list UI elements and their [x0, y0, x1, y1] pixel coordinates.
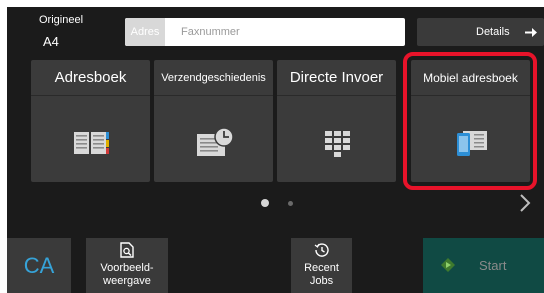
- keypad-icon: [325, 131, 350, 157]
- address-book-icon: [74, 132, 109, 154]
- recent-jobs-button[interactable]: Recent Jobs: [291, 238, 352, 293]
- send-history-icon: [197, 127, 234, 156]
- start-button[interactable]: Start: [423, 238, 544, 293]
- original-label: Origineel: [39, 14, 84, 26]
- fax-number-placeholder: Faxnummer: [181, 26, 240, 38]
- details-button[interactable]: Details: [417, 18, 544, 46]
- tile-label: Adresboek: [54, 69, 127, 86]
- original-size-value[interactable]: A4: [43, 34, 59, 49]
- tile-direct-entry[interactable]: Directe Invoer: [277, 60, 396, 182]
- start-label: Start: [479, 258, 507, 273]
- tile-address-book[interactable]: Adresboek: [31, 60, 150, 182]
- tile-label: Verzendgeschiedenis: [161, 71, 266, 84]
- start-icon: [441, 258, 455, 272]
- fax-number-field[interactable]: Adres Faxnummer: [125, 18, 405, 46]
- preview-button[interactable]: Voorbeeld- weergave: [86, 238, 168, 293]
- bottom-bar: CA Voorbeeld- weergave Recent Jobs Start: [7, 238, 544, 293]
- preview-icon: [120, 242, 134, 258]
- tile-label: Directe Invoer: [289, 69, 384, 86]
- tile-send-history[interactable]: Verzendgeschiedenis: [154, 60, 273, 182]
- chevron-right-icon[interactable]: [519, 193, 531, 213]
- arrow-right-icon: [525, 28, 537, 37]
- ca-button[interactable]: CA: [7, 238, 71, 293]
- tile-divider: [154, 95, 273, 96]
- history-icon: [314, 243, 329, 257]
- page-dot[interactable]: [288, 201, 293, 206]
- fax-screen: Origineel A4 Adres Faxnummer Details Adr…: [7, 7, 544, 293]
- highlight-frame: [403, 52, 537, 190]
- recent-jobs-label: Recent Jobs: [304, 262, 339, 287]
- address-tag: Adres: [125, 18, 165, 46]
- details-label: Details: [476, 26, 510, 38]
- page-dot-active[interactable]: [261, 199, 269, 207]
- tile-divider: [31, 95, 150, 96]
- tile-divider: [277, 95, 396, 96]
- preview-label: Voorbeeld- weergave: [100, 262, 154, 287]
